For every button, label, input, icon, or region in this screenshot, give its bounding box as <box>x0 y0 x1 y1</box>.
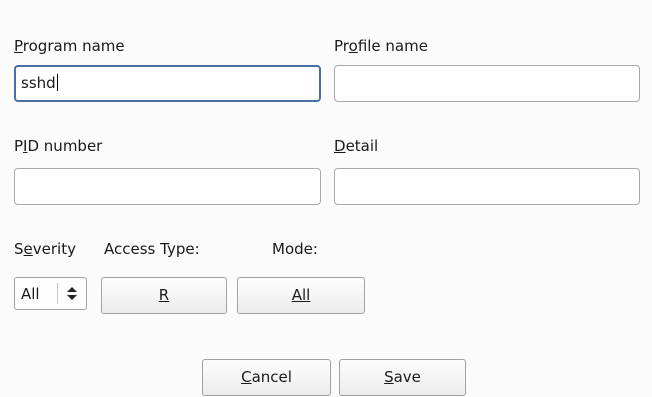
cancel-button[interactable]: Cancel <box>202 359 331 396</box>
profile-name-mnemonic: o <box>348 37 358 55</box>
mode-button[interactable]: All <box>237 277 365 314</box>
profile-name-label-a: Pr <box>334 37 349 55</box>
severity-label: Severity <box>14 240 76 258</box>
save-button[interactable]: Save <box>339 359 466 396</box>
access-type-value: R <box>158 286 170 304</box>
program-name-label-text: rogram name <box>22 37 125 55</box>
severity-label-a: S <box>14 240 24 258</box>
program-name-label: Program name <box>14 37 125 55</box>
pid-number-label: PID number <box>14 137 102 155</box>
mode-label: Mode: <box>272 240 318 258</box>
pid-number-input[interactable] <box>14 168 321 205</box>
severity-mnemonic: e <box>23 240 33 258</box>
profile-name-input[interactable] <box>334 65 640 102</box>
program-name-input[interactable]: sshd <box>14 65 321 102</box>
spinbox-separator <box>57 283 58 304</box>
severity-value: All <box>21 285 40 303</box>
up-down-arrows-icon[interactable] <box>65 283 79 304</box>
access-type-button[interactable]: R <box>101 277 227 314</box>
text-caret <box>56 74 58 91</box>
profile-name-label: Profile name <box>334 37 428 55</box>
severity-spinbox[interactable]: All <box>14 277 87 310</box>
pid-label-a: P <box>14 137 24 155</box>
severity-label-b: verity <box>32 240 76 258</box>
cancel-mnemonic: C <box>241 368 252 386</box>
detail-mnemonic: D <box>334 137 346 155</box>
detail-input[interactable] <box>334 168 640 205</box>
program-name-mnemonic: P <box>14 37 23 55</box>
save-label-text: ave <box>393 368 421 386</box>
program-name-value: sshd <box>21 74 56 92</box>
profile-name-label-b: file name <box>357 37 428 55</box>
pid-label-b: D number <box>27 137 103 155</box>
mode-value: All <box>291 286 311 304</box>
access-type-label: Access Type: <box>104 240 200 258</box>
detail-label-text: etail <box>345 137 379 155</box>
cancel-label-text: ancel <box>251 368 292 386</box>
detail-label: Detail <box>334 137 378 155</box>
save-mnemonic: S <box>384 368 394 386</box>
